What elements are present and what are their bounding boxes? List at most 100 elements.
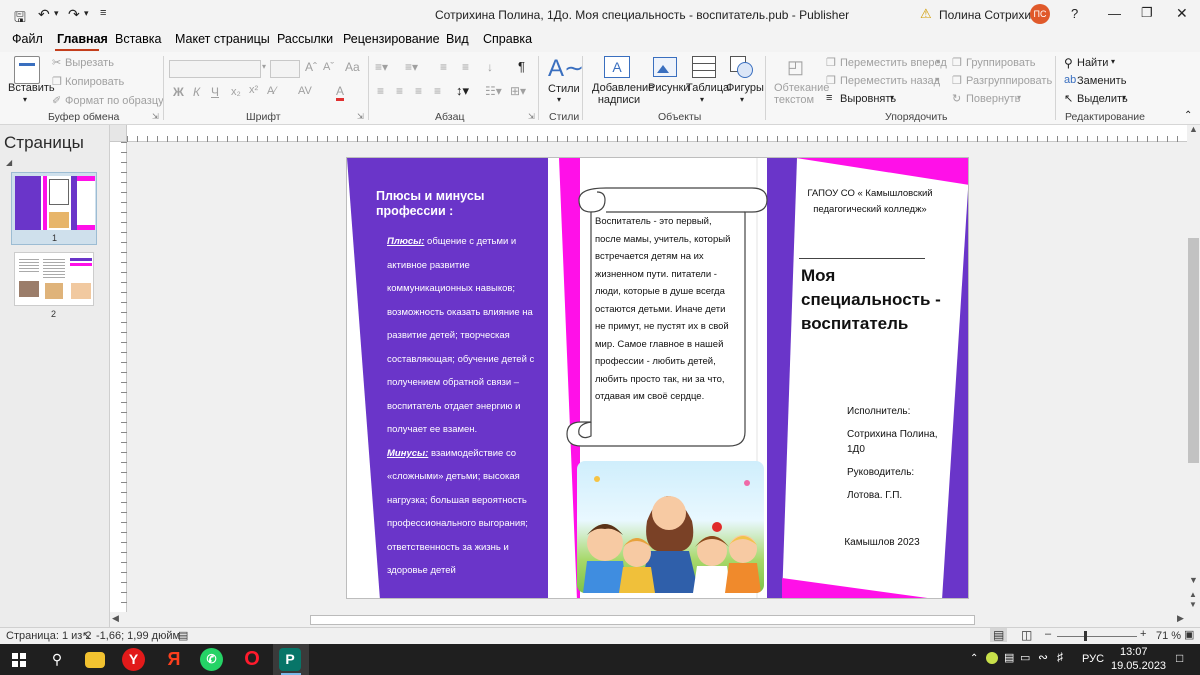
two-page-view-icon[interactable]: ◫: [1021, 628, 1032, 642]
battery-icon[interactable]: ▭: [1020, 651, 1030, 664]
vertical-scrollbar[interactable]: ▲ ▼ ▲ ▼: [1187, 124, 1200, 612]
tab-review[interactable]: Рецензирование: [343, 32, 440, 46]
avatar[interactable]: ПС: [1030, 4, 1050, 24]
textbox-icon[interactable]: A: [604, 56, 630, 78]
font-name-select[interactable]: [169, 60, 261, 78]
tab-mailings[interactable]: Рассылки: [277, 32, 333, 46]
page-thumbnail-2[interactable]: 2: [11, 251, 97, 321]
scroll-left-icon[interactable]: ◀: [112, 613, 119, 624]
undo-dropdown-icon[interactable]: ▾: [54, 8, 59, 19]
shapes-button[interactable]: Фигуры: [726, 82, 764, 94]
select-button[interactable]: Выделить: [1077, 93, 1128, 105]
tab-home[interactable]: Главная: [57, 32, 108, 46]
draw-textbox-button[interactable]: Добавление надписи: [592, 82, 654, 106]
tab-insert[interactable]: Вставка: [115, 32, 161, 46]
brochure-title[interactable]: Моя специальность - воспитатель: [801, 264, 941, 336]
minimize-icon[interactable]: —: [1108, 6, 1121, 21]
styles-button[interactable]: Стили: [548, 83, 580, 95]
search-icon[interactable]: ⚲: [1064, 56, 1073, 70]
clipboard-launcher-icon[interactable]: ⇲: [152, 112, 159, 121]
styles-dropdown-icon[interactable]: ▾: [557, 95, 561, 104]
start-icon[interactable]: [12, 653, 26, 667]
font-size-select[interactable]: [270, 60, 300, 78]
tab-file[interactable]: Файл: [12, 32, 43, 46]
undo-icon[interactable]: ↶: [38, 6, 50, 23]
zoom-slider-thumb[interactable]: [1084, 631, 1087, 641]
collapse-pane-icon[interactable]: ◢: [6, 158, 12, 167]
find-dropdown-icon[interactable]: ▾: [1111, 57, 1115, 66]
select-dropdown-icon[interactable]: ▾: [1122, 93, 1126, 102]
clock-time[interactable]: 13:07: [1120, 646, 1148, 658]
scroll-up-icon[interactable]: ▲: [1189, 124, 1198, 134]
wifi-icon[interactable]: ∾: [1038, 650, 1048, 664]
align-icon[interactable]: ≡: [826, 92, 832, 104]
paragraph-launcher-icon[interactable]: ⇲: [528, 112, 535, 121]
teacher-kids-illustration[interactable]: [577, 461, 764, 593]
horizontal-scrollbar[interactable]: ◀ ▶: [110, 612, 1187, 627]
table-dropdown-icon[interactable]: ▾: [700, 95, 704, 104]
redo-icon[interactable]: ↷: [68, 6, 80, 23]
redo-dropdown-icon[interactable]: ▾: [84, 8, 89, 19]
shapes-dropdown-icon[interactable]: ▾: [740, 95, 744, 104]
align-button[interactable]: Выровнять: [840, 93, 896, 105]
warning-icon[interactable]: ⚠: [920, 6, 932, 22]
page-thumbnail-1[interactable]: 1: [11, 172, 97, 245]
pros-cons-textbox[interactable]: Плюсы: общение с детьми и активное разви…: [387, 230, 539, 583]
find-button[interactable]: Найти: [1077, 57, 1108, 69]
zoom-out-icon[interactable]: –: [1045, 628, 1051, 640]
collapse-ribbon-icon[interactable]: ⌃: [1184, 110, 1192, 121]
show-paragraph-marks-icon[interactable]: ¶: [518, 59, 525, 74]
replace-icon[interactable]: ab: [1064, 74, 1076, 86]
styles-icon[interactable]: A∼: [548, 54, 584, 83]
table-button[interactable]: Таблица: [686, 82, 729, 94]
single-page-view-icon[interactable]: ▤: [990, 628, 1008, 642]
show-hidden-icons[interactable]: ⌃: [970, 653, 978, 664]
save-icon[interactable]: 🖫: [14, 7, 26, 31]
input-language[interactable]: РУС: [1082, 653, 1104, 665]
zoom-level[interactable]: 71 %: [1156, 630, 1181, 642]
vertical-scroll-thumb[interactable]: [1188, 238, 1199, 463]
table-icon[interactable]: [692, 56, 716, 78]
scroll-right-icon[interactable]: ▶: [1177, 613, 1184, 624]
font-launcher-icon[interactable]: ⇲: [357, 112, 364, 121]
yandex-browser-icon[interactable]: Y: [122, 648, 145, 671]
whatsapp-icon[interactable]: ✆: [200, 648, 223, 671]
pros-cons-heading[interactable]: Плюсы и минусы профессии :: [376, 189, 536, 219]
publisher-taskbar-button[interactable]: P: [273, 644, 309, 675]
tab-view[interactable]: Вид: [446, 32, 469, 46]
zoom-slider[interactable]: [1057, 636, 1137, 637]
file-explorer-icon[interactable]: [85, 652, 105, 668]
clock-date[interactable]: 19.05.2023: [1111, 660, 1166, 672]
vertical-ruler[interactable]: [110, 142, 127, 612]
credits-textbox[interactable]: Исполнитель: Сотрихина Полина, 1Д0 Руков…: [847, 404, 942, 503]
network-icon[interactable]: ▤: [1004, 651, 1014, 664]
help-icon[interactable]: ?: [1071, 6, 1078, 21]
pictures-button[interactable]: Рисунки: [648, 82, 690, 94]
close-icon[interactable]: ✕: [1176, 5, 1188, 22]
page-status[interactable]: Страница: 1 из 2: [6, 630, 92, 642]
search-taskbar-icon[interactable]: ⚲: [45, 648, 69, 671]
tab-page-design[interactable]: Макет страницы: [175, 32, 270, 46]
align-dropdown-icon[interactable]: ▾: [890, 93, 894, 102]
paste-button[interactable]: Вставить: [8, 82, 55, 94]
scroll-textbox[interactable]: Воспитатель - это первый, после мамы, уч…: [595, 213, 735, 406]
font-name-dropdown-icon[interactable]: ▾: [262, 62, 266, 71]
college-name[interactable]: ГАПОУ СО « Камышловский педагогический к…: [805, 186, 935, 218]
restore-icon[interactable]: ❐: [1141, 5, 1153, 21]
tray-app-icon[interactable]: [986, 652, 998, 664]
next-page-icon[interactable]: ▼: [1189, 600, 1197, 609]
previous-page-icon[interactable]: ▲: [1189, 590, 1197, 599]
customize-toolbar-icon[interactable]: ≡: [100, 7, 106, 19]
yandex-icon[interactable]: Я: [162, 648, 186, 671]
pictures-icon[interactable]: [653, 57, 677, 77]
select-cursor-icon[interactable]: ↖: [1064, 92, 1073, 105]
document-page[interactable]: Плюсы и минусы профессии : Плюсы: общени…: [346, 157, 969, 599]
scroll-down-icon[interactable]: ▼: [1189, 575, 1198, 585]
city-year[interactable]: Камышлов 2023: [817, 537, 947, 548]
horizontal-ruler[interactable]: [127, 125, 1187, 142]
zoom-in-icon[interactable]: +: [1140, 628, 1146, 640]
opera-icon[interactable]: O: [240, 648, 264, 671]
tab-help[interactable]: Справка: [483, 32, 532, 46]
volume-icon[interactable]: ♯: [1057, 650, 1063, 664]
horizontal-scroll-thumb[interactable]: [310, 615, 975, 625]
